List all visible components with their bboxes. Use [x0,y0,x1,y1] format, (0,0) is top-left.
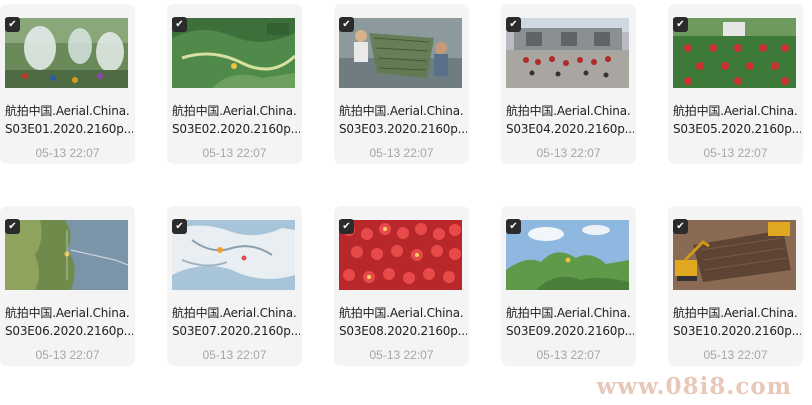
check-icon[interactable]: ✔ [506,219,521,234]
file-date: 05-13 22:07 [369,348,434,362]
video-thumbnail[interactable] [172,220,295,290]
check-icon[interactable]: ✔ [673,219,688,234]
file-name: 航拍中国.Aerial.China. S03E04.2020.2160p.... [506,104,634,136]
dancers-field-thumbnail [673,18,796,88]
check-icon[interactable]: ✔ [339,219,354,234]
file-card[interactable]: ✔ 航拍中国.Aerial.China. S03E01.2020.2160p..… [0,4,135,164]
red-lanterns-thumbnail [339,220,462,290]
video-thumbnail[interactable] [673,220,796,290]
file-date: 05-13 22:07 [703,348,768,362]
file-card[interactable]: ✔ 航拍中国.Aerial.China. S03E09.2020.2160p..… [501,206,636,366]
waterfall-village-thumbnail [5,18,128,88]
check-icon[interactable]: ✔ [339,17,354,32]
file-card[interactable]: ✔ 航拍中国.Aerial.China. S03E02.2020.2160p..… [167,4,302,164]
video-thumbnail[interactable] [339,220,462,290]
file-name: 航拍中国.Aerial.China. S03E01.2020.2160p.... [5,104,133,136]
video-thumbnail[interactable] [506,18,629,88]
file-name: 航拍中国.Aerial.China. S03E10.2020.2160p.... [673,306,801,338]
file-card[interactable]: ✔ 航拍中国.Aerial.China. S03E07.2020.2160p..… [167,206,302,366]
excavator-thumbnail [673,220,796,290]
check-icon[interactable]: ✔ [172,17,187,32]
file-card[interactable]: ✔ 航拍中国.Aerial.China. S03E06.2020.2160p..… [0,206,135,366]
video-thumbnail[interactable] [5,18,128,88]
video-thumbnail[interactable] [172,18,295,88]
file-name: 航拍中国.Aerial.China. S03E05.2020.2160p.... [673,104,801,136]
video-thumbnail[interactable] [5,220,128,290]
file-grid: ✔ 航拍中国.Aerial.China. S03E01.2020.2160p..… [0,0,812,405]
check-icon[interactable]: ✔ [506,17,521,32]
file-name: 航拍中国.Aerial.China. S03E08.2020.2160p.... [339,306,467,338]
video-thumbnail[interactable] [339,18,462,88]
file-date: 05-13 22:07 [536,146,601,160]
file-name: 航拍中国.Aerial.China. S03E02.2020.2160p.... [172,104,300,136]
file-card[interactable]: ✔ 航拍中国.Aerial.China. S03E05.2020.2160p..… [668,4,803,164]
file-name: 航拍中国.Aerial.China. S03E03.2020.2160p.... [339,104,467,136]
snowy-map-thumbnail [172,220,295,290]
video-thumbnail[interactable] [673,18,796,88]
check-icon[interactable]: ✔ [5,219,20,234]
file-card[interactable]: ✔ 航拍中国.Aerial.China. S03E03.2020.2160p..… [334,4,469,164]
watermark: www.08i8.com [596,373,792,400]
check-icon[interactable]: ✔ [5,17,20,32]
video-thumbnail[interactable] [506,220,629,290]
file-date: 05-13 22:07 [369,146,434,160]
sky-map-thumbnail [506,220,629,290]
file-name: 航拍中国.Aerial.China. S03E06.2020.2160p.... [5,306,133,338]
check-icon[interactable]: ✔ [673,17,688,32]
green-map-thumbnail [172,18,295,88]
file-name: 航拍中国.Aerial.China. S03E07.2020.2160p.... [172,306,300,338]
file-date: 05-13 22:07 [35,348,100,362]
file-date: 05-13 22:07 [703,146,768,160]
file-date: 05-13 22:07 [35,146,100,160]
file-date: 05-13 22:07 [202,348,267,362]
file-date: 05-13 22:07 [536,348,601,362]
file-date: 05-13 22:07 [202,146,267,160]
check-icon[interactable]: ✔ [172,219,187,234]
file-name: 航拍中国.Aerial.China. S03E09.2020.2160p.... [506,306,634,338]
file-card[interactable]: ✔ 航拍中国.Aerial.China. S03E08.2020.2160p..… [334,206,469,366]
fishermen-net-thumbnail [339,18,462,88]
file-card[interactable]: ✔ 航拍中国.Aerial.China. S03E10.2020.2160p..… [668,206,803,366]
crowd-square-thumbnail [506,18,629,88]
file-card[interactable]: ✔ 航拍中国.Aerial.China. S03E04.2020.2160p..… [501,4,636,164]
coastline-map-thumbnail [5,220,128,290]
